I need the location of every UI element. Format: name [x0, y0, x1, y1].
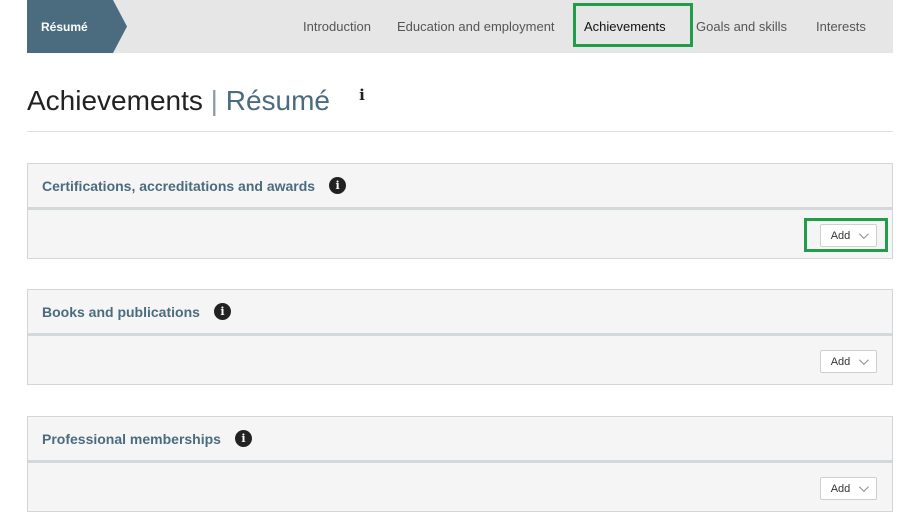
section-header: Certifications, accreditations and award… [28, 164, 892, 210]
top-navigation: Résumé Introduction Education and employ… [27, 0, 893, 53]
tab-label: Goals and skills [696, 19, 788, 34]
tab-label: Interests [816, 19, 866, 34]
section-title: Books and publications [42, 303, 200, 320]
add-button-label: Add [830, 482, 851, 495]
add-button-label: Add [830, 229, 851, 242]
section-header: Professional memberships i [28, 417, 892, 463]
info-icon[interactable]: i [213, 303, 231, 320]
page-title-subtitle: Résumé [225, 85, 330, 116]
add-certification-button[interactable]: Add [820, 224, 877, 247]
tab-introduction[interactable]: Introduction [303, 0, 371, 53]
info-icon[interactable]: i [329, 177, 347, 194]
section-professional-memberships: Professional memberships i Add [27, 416, 893, 512]
info-icon[interactable]: i [234, 430, 252, 447]
tab-label: Education and employment [397, 19, 555, 34]
tab-goals-and-skills[interactable]: Goals and skills [696, 0, 787, 53]
section-header: Books and publications i [28, 290, 892, 336]
info-icon[interactable]: i [354, 86, 370, 106]
add-membership-button[interactable]: Add [820, 477, 877, 500]
tab-achievements[interactable]: Achievements [584, 0, 666, 53]
page-title: Achievements | Résumé [27, 85, 330, 117]
section-books-and-publications: Books and publications i Add [27, 289, 893, 385]
page-title-main: Achievements [27, 85, 203, 116]
chevron-down-icon [859, 229, 870, 240]
chevron-down-icon [859, 482, 870, 493]
tab-interests[interactable]: Interests [816, 0, 866, 53]
add-button-label: Add [830, 355, 851, 368]
tab-label: Introduction [303, 19, 371, 34]
section-title: Certifications, accreditations and award… [42, 177, 316, 194]
resume-brand-tab[interactable]: Résumé [27, 0, 127, 53]
tab-education-and-employment[interactable]: Education and employment [397, 0, 555, 53]
heading-divider [27, 131, 893, 132]
tab-label: Achievements [584, 19, 666, 34]
resume-achievements-page: Résumé Introduction Education and employ… [0, 0, 920, 518]
chevron-down-icon [859, 355, 870, 366]
add-publication-button[interactable]: Add [820, 350, 877, 373]
section-certifications: Certifications, accreditations and award… [27, 163, 893, 259]
page-title-separator: | [210, 85, 218, 116]
brand-label: Résumé [41, 19, 88, 34]
section-title: Professional memberships [42, 430, 221, 447]
